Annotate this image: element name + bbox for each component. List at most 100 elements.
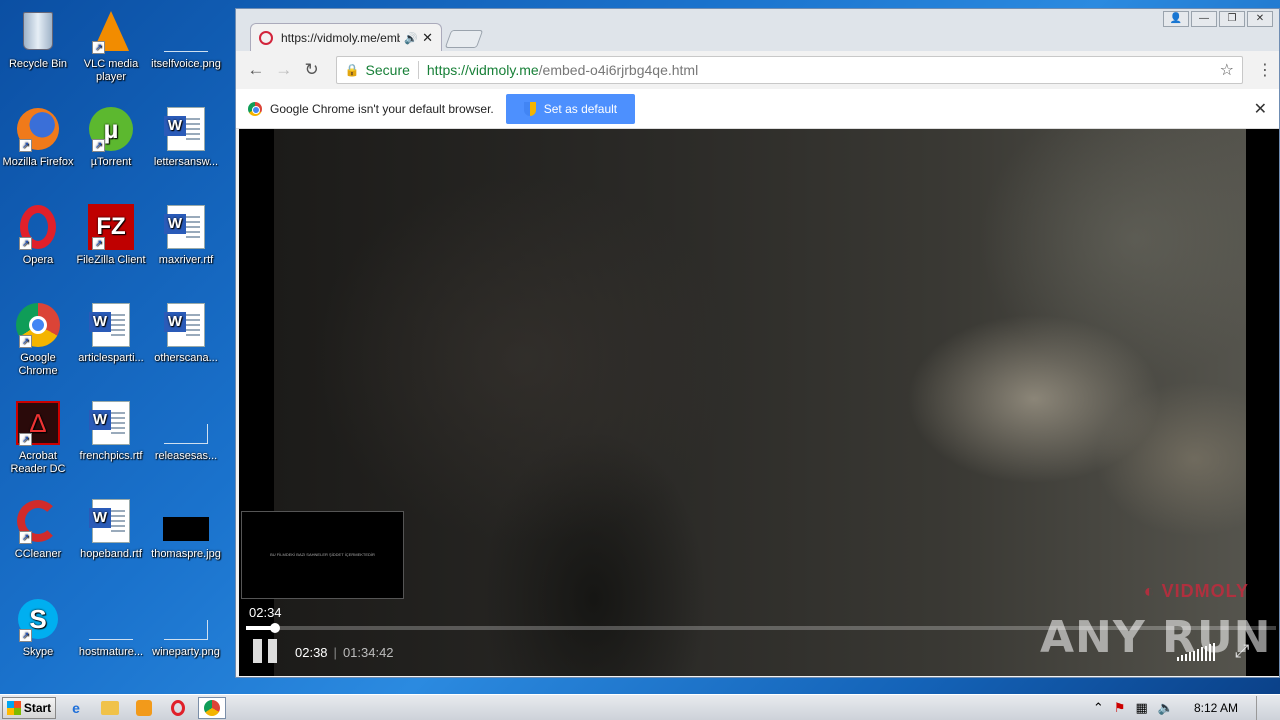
seek-bar-handle[interactable] bbox=[269, 623, 280, 633]
vidmoly-logo-icon: ◐ bbox=[1143, 581, 1156, 601]
desktop-icon-firefox[interactable]: ↗ Mozilla Firefox bbox=[0, 106, 76, 169]
close-window-button[interactable]: ✕ bbox=[1247, 11, 1273, 27]
word-document-icon: W bbox=[88, 400, 134, 446]
word-document-icon: W bbox=[163, 302, 209, 348]
desktop-icon-label: hostmature... bbox=[78, 646, 144, 658]
desktop-icon-releasesas[interactable]: releasesas... bbox=[148, 400, 224, 463]
image-file-icon bbox=[163, 8, 209, 54]
shortcut-arrow-icon: ↗ bbox=[19, 237, 32, 250]
chrome-icon bbox=[248, 101, 262, 116]
vidmoly-favicon-icon bbox=[259, 31, 273, 45]
windows-flag-icon bbox=[6, 700, 21, 715]
start-label: Start bbox=[23, 700, 52, 715]
shortcut-arrow-icon: ↗ bbox=[92, 237, 105, 250]
desktop-icon-otherscana[interactable]: W otherscana... bbox=[148, 302, 224, 365]
desktop-icon-opera[interactable]: ↗ Opera bbox=[0, 204, 76, 267]
desktop-icon-hostmature[interactable]: hostmature... bbox=[73, 596, 149, 659]
reload-icon[interactable]: ↻ bbox=[298, 60, 326, 80]
video-frame bbox=[274, 129, 1246, 676]
pause-button[interactable] bbox=[253, 639, 277, 665]
start-button[interactable]: Start bbox=[2, 696, 56, 719]
network-icon[interactable]: ▦ bbox=[1135, 700, 1147, 716]
video-player[interactable]: BU FİLMDEKİ BAZI SAHNELER ŞİDDET İÇERMEK… bbox=[239, 129, 1279, 676]
url-path: /embed-o4i6rjrbg4qe.html bbox=[538, 62, 699, 78]
browser-tab[interactable]: https://vidmoly.me/emb 🔊 ✕ bbox=[250, 23, 442, 52]
address-bar[interactable]: 🔒 Secure https://vidmoly.me/embed-o4i6rj… bbox=[335, 56, 1243, 84]
new-tab-button[interactable] bbox=[444, 30, 484, 48]
infobar-close-icon[interactable]: ✕ bbox=[1254, 99, 1267, 119]
bookmark-star-icon[interactable]: ☆ bbox=[1220, 60, 1234, 80]
chrome-window: https://vidmoly.me/emb 🔊 ✕ 👤 — ❐ ✕ ← → ↻… bbox=[235, 8, 1280, 678]
current-time: 02:38 bbox=[295, 645, 328, 660]
desktop-icon-recycle-bin[interactable]: Recycle Bin bbox=[0, 8, 76, 71]
desktop-icon-label: Acrobat Reader DC bbox=[10, 450, 66, 475]
desktop-icon-filezilla[interactable]: FZ ↗ FileZilla Client bbox=[73, 204, 149, 267]
desktop-icon-acrobat[interactable]: ∆ ↗ Acrobat Reader DC bbox=[0, 400, 76, 476]
omnibox-divider bbox=[417, 61, 419, 79]
minimize-button[interactable]: — bbox=[1191, 11, 1217, 27]
desktop-icon-label: FileZilla Client bbox=[76, 254, 146, 266]
desktop-icon-utorrent[interactable]: µ ↗ µTorrent bbox=[73, 106, 149, 169]
word-document-icon: W bbox=[163, 106, 209, 152]
system-tray: ⌃ ⚑ ▦ 🔈 8:12 AM bbox=[1093, 695, 1280, 720]
desktop-icon-chrome[interactable]: ↗ Google Chrome bbox=[0, 302, 76, 378]
desktop-icon-maxriver[interactable]: W maxriver.rtf bbox=[148, 204, 224, 267]
desktop-icon-articlesparti[interactable]: W articlesparti... bbox=[73, 302, 149, 365]
desktop-icon-itselfvoice[interactable]: itselfvoice.png bbox=[148, 8, 224, 71]
desktop-icon-label: thomaspre.jpg bbox=[151, 548, 221, 560]
image-file-icon bbox=[163, 596, 209, 642]
taskbar-media-player-icon[interactable] bbox=[130, 697, 158, 719]
time-display: 02:38 | 01:34:42 bbox=[295, 645, 394, 660]
desktop-icon-lettersansw[interactable]: W lettersansw... bbox=[148, 106, 224, 169]
desktop-icon-label: wineparty.png bbox=[152, 646, 220, 658]
menu-kebab-icon[interactable]: ⋮ bbox=[1257, 60, 1273, 80]
desktop-icon-label: releasesas... bbox=[154, 450, 218, 462]
file-icon bbox=[88, 596, 134, 642]
duration: 01:34:42 bbox=[342, 645, 394, 660]
opera-icon: ↗ bbox=[15, 204, 61, 250]
desktop-icon-label: maxriver.rtf bbox=[158, 254, 214, 266]
tab-title: https://vidmoly.me/emb bbox=[281, 31, 401, 45]
taskbar-chrome-icon[interactable] bbox=[198, 696, 226, 719]
clock[interactable]: 8:12 AM bbox=[1194, 701, 1238, 715]
time-separator: | bbox=[333, 645, 337, 660]
ccleaner-icon: ↗ bbox=[15, 498, 61, 544]
preview-caption: BU FİLMDEKİ BAZI SAHNELER ŞİDDET İÇERMEK… bbox=[270, 552, 375, 557]
set-as-default-button[interactable]: Set as default bbox=[505, 93, 636, 124]
infobar-message: Google Chrome isn't your default browser… bbox=[270, 101, 494, 116]
desktop-icon-ccleaner[interactable]: ↗ CCleaner bbox=[0, 498, 76, 561]
desktop-icon-vlc[interactable]: ↗ VLC media player bbox=[73, 8, 149, 84]
show-desktop-button[interactable] bbox=[1256, 695, 1266, 720]
shortcut-arrow-icon: ↗ bbox=[92, 41, 105, 54]
desktop-icon-wineparty[interactable]: wineparty.png bbox=[148, 596, 224, 659]
desktop-icon-label: Skype bbox=[22, 646, 54, 658]
desktop-icon-thomaspre[interactable]: thomaspre.jpg bbox=[148, 498, 224, 561]
profile-icon[interactable]: 👤 bbox=[1163, 11, 1189, 27]
restore-button[interactable]: ❐ bbox=[1219, 11, 1245, 27]
desktop-icon-label: Google Chrome bbox=[18, 352, 58, 377]
desktop-icon-label: Recycle Bin bbox=[8, 58, 68, 70]
desktop-icon-frenchpics[interactable]: W frenchpics.rtf bbox=[73, 400, 149, 463]
speaker-icon[interactable]: 🔊 bbox=[404, 32, 418, 45]
show-hidden-icons-icon[interactable]: ⌃ bbox=[1093, 700, 1104, 716]
desktop-icon-label: CCleaner bbox=[14, 548, 62, 560]
set-as-default-label: Set as default bbox=[543, 101, 618, 116]
utorrent-icon: µ ↗ bbox=[88, 106, 134, 152]
pause-icon bbox=[253, 639, 262, 663]
desktop-icon-label: µTorrent bbox=[90, 156, 132, 168]
tab-close-icon[interactable]: ✕ bbox=[422, 30, 433, 46]
desktop-icon-label: articlesparti... bbox=[78, 352, 144, 364]
title-bar: https://vidmoly.me/emb 🔊 ✕ 👤 — ❐ ✕ bbox=[236, 9, 1279, 52]
taskbar-opera-icon[interactable] bbox=[164, 697, 192, 719]
desktop-icon-hopeband[interactable]: W hopeband.rtf bbox=[73, 498, 149, 561]
desktop-icon-label: otherscana... bbox=[154, 352, 218, 364]
file-icon bbox=[163, 400, 209, 446]
back-arrow-icon[interactable]: ← bbox=[242, 60, 270, 80]
taskbar-explorer-folder-icon[interactable] bbox=[96, 697, 124, 719]
firefox-icon: ↗ bbox=[15, 106, 61, 152]
taskbar-internet-explorer-icon[interactable]: e bbox=[62, 697, 90, 719]
speaker-icon[interactable]: 🔈 bbox=[1158, 700, 1174, 716]
desktop-icon-skype[interactable]: S ↗ Skype bbox=[0, 596, 76, 659]
action-center-icon[interactable]: ⚑ bbox=[1114, 700, 1126, 716]
forward-arrow-icon[interactable]: → bbox=[270, 60, 298, 80]
